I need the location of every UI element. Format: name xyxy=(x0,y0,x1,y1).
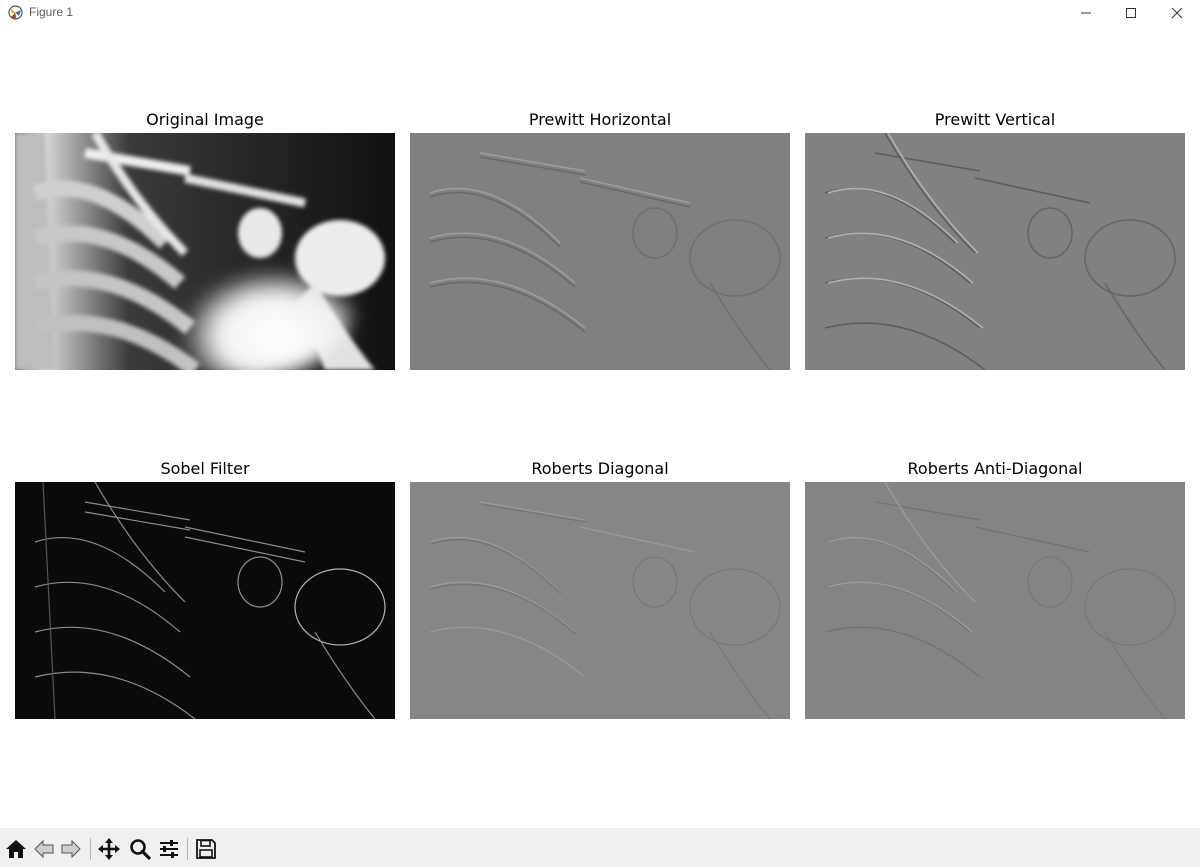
window-titlebar: Figure 1 xyxy=(0,0,1200,26)
prewitt-vertical-image xyxy=(805,133,1185,370)
subplot-title: Sobel Filter xyxy=(160,459,250,478)
subplot-title: Prewitt Vertical xyxy=(934,110,1056,129)
close-icon xyxy=(1171,7,1183,19)
sobel-filter-image xyxy=(15,482,395,719)
forward-arrow-icon xyxy=(61,839,81,859)
minimize-button[interactable] xyxy=(1063,0,1109,26)
home-button[interactable] xyxy=(3,836,29,862)
move-icon xyxy=(98,838,120,860)
floppy-disk-icon xyxy=(196,839,216,859)
navigation-toolbar xyxy=(0,828,1200,867)
close-button[interactable] xyxy=(1154,0,1200,26)
toolbar-separator xyxy=(187,838,188,860)
maximize-icon xyxy=(1126,8,1136,18)
configure-subplots-button[interactable] xyxy=(156,836,182,862)
subplot-title: Roberts Anti-Diagonal xyxy=(907,459,1083,478)
prewitt-horizontal-image xyxy=(410,133,790,370)
figure-canvas[interactable]: Original Image Prewitt Horizontal Prewit… xyxy=(0,26,1200,828)
xray-original-image xyxy=(15,133,395,370)
minimize-icon xyxy=(1081,12,1091,14)
roberts-anti-diagonal-image xyxy=(805,482,1185,719)
window-title: Figure 1 xyxy=(29,5,74,19)
matplotlib-app-icon xyxy=(7,4,24,21)
zoom-button[interactable] xyxy=(127,836,153,862)
toolbar-separator xyxy=(90,838,91,860)
subplot-title: Original Image xyxy=(146,110,264,129)
save-button[interactable] xyxy=(193,836,219,862)
roberts-diagonal-image xyxy=(410,482,790,719)
maximize-button[interactable] xyxy=(1108,0,1154,26)
pan-button[interactable] xyxy=(96,836,122,862)
back-button[interactable] xyxy=(31,836,57,862)
subplot-title: Prewitt Horizontal xyxy=(528,110,672,129)
sliders-icon xyxy=(160,840,178,858)
magnifier-icon xyxy=(130,839,151,860)
forward-button[interactable] xyxy=(58,836,84,862)
subplot-title: Roberts Diagonal xyxy=(531,459,669,478)
back-arrow-icon xyxy=(34,839,54,859)
home-icon xyxy=(6,840,26,858)
